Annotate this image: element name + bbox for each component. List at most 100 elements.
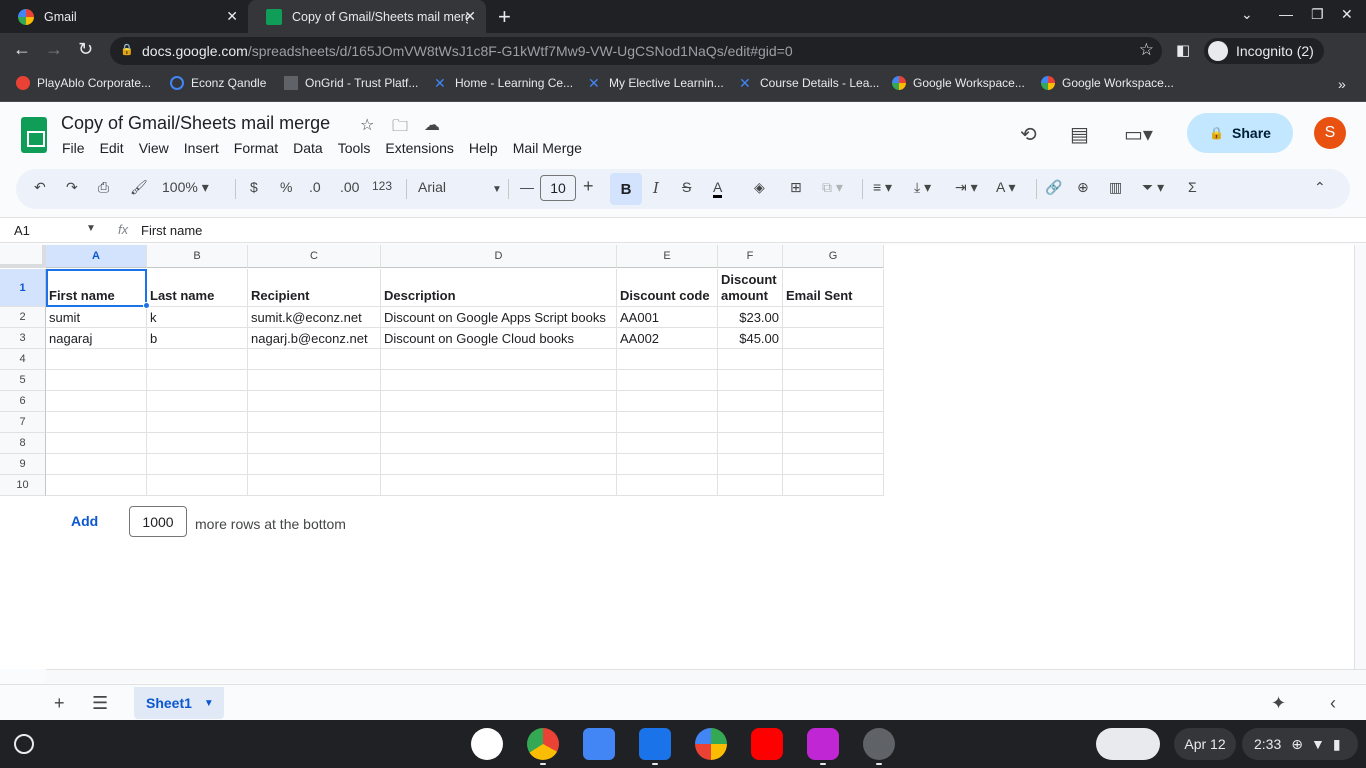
table-cell[interactable] <box>783 328 884 349</box>
bookmark-item[interactable]: ✕ Course Details - Lea... <box>739 76 879 90</box>
horizontal-align-icon[interactable]: ≡ ▾ <box>873 179 892 196</box>
move-folder-icon[interactable]: 🗀 <box>392 115 408 142</box>
avatar[interactable]: S <box>1314 117 1346 149</box>
empty-cell[interactable] <box>147 370 248 391</box>
empty-cell[interactable] <box>718 391 783 412</box>
increase-decimal-button[interactable]: .00 <box>340 179 359 195</box>
text-rotation-icon[interactable]: A ▾ <box>996 179 1015 196</box>
number-format-button[interactable]: 123 <box>372 179 392 193</box>
empty-cell[interactable] <box>147 454 248 475</box>
row-header[interactable]: 6 <box>0 391 46 412</box>
empty-cell[interactable] <box>248 454 381 475</box>
merge-cells-icon[interactable]: ⧉ ▾ <box>822 179 843 196</box>
menu-format[interactable]: Format <box>234 140 278 156</box>
row-header[interactable]: 2 <box>0 307 46 328</box>
row-header[interactable]: 7 <box>0 412 46 433</box>
version-history-icon[interactable]: ⟲ <box>1020 122 1037 147</box>
empty-cell[interactable] <box>46 391 147 412</box>
header-cell[interactable]: Discount amount <box>718 269 783 307</box>
url-input[interactable]: 🔒 docs.google.com /spreadsheets/d/165JOm… <box>110 37 1162 65</box>
bookmark-item[interactable]: ✕ My Elective Learnin... <box>588 76 724 90</box>
meet-icon[interactable]: ▭▾ <box>1124 122 1153 147</box>
holding-space-thumbnail[interactable] <box>1096 728 1160 760</box>
incognito-badge[interactable]: Incognito (2) <box>1204 38 1324 64</box>
star-icon[interactable]: ☆ <box>360 115 374 135</box>
percent-format-button[interactable]: % <box>280 179 292 195</box>
menu-insert[interactable]: Insert <box>184 140 219 156</box>
table-cell[interactable]: nagarj.b@econz.net <box>248 328 381 349</box>
bookmark-item[interactable]: OnGrid - Trust Platf... <box>284 76 418 90</box>
empty-cell[interactable] <box>147 412 248 433</box>
empty-cell[interactable] <box>248 433 381 454</box>
empty-cell[interactable] <box>617 433 718 454</box>
increase-font-size-button[interactable]: + <box>583 176 594 197</box>
vertical-scrollbar[interactable] <box>1354 245 1366 669</box>
empty-cell[interactable] <box>617 475 718 496</box>
table-cell[interactable]: sumit <box>46 307 147 328</box>
empty-cell[interactable] <box>46 412 147 433</box>
close-icon[interactable]: ✕ <box>464 8 476 25</box>
empty-cell[interactable] <box>617 370 718 391</box>
add-rows-count-input[interactable]: 1000 <box>129 506 187 537</box>
tab-gmail[interactable]: Gmail ✕ <box>0 0 248 33</box>
bookmark-item[interactable]: Google Workspace... <box>892 76 1025 90</box>
empty-cell[interactable] <box>718 475 783 496</box>
menu-data[interactable]: Data <box>293 140 323 156</box>
header-cell[interactable]: Description <box>381 269 617 307</box>
youtube-app-icon[interactable] <box>751 728 783 760</box>
add-rows-button[interactable]: Add <box>71 513 98 529</box>
text-wrapping-icon[interactable]: ⇥ ▾ <box>955 179 978 196</box>
font-size-input[interactable]: 10 <box>540 175 576 201</box>
italic-button[interactable]: I <box>653 179 659 197</box>
bookmark-item[interactable]: ✕ Home - Learning Ce... <box>434 76 573 90</box>
empty-cell[interactable] <box>783 454 884 475</box>
empty-cell[interactable] <box>718 454 783 475</box>
empty-cell[interactable] <box>46 475 147 496</box>
menu-extensions[interactable]: Extensions <box>385 140 453 156</box>
bookmark-item[interactable]: PlayAblo Corporate... <box>16 76 151 90</box>
chevron-down-icon[interactable]: ▼ <box>204 698 214 709</box>
forward-icon[interactable]: → <box>45 39 63 60</box>
empty-cell[interactable] <box>783 412 884 433</box>
chevron-down-icon[interactable]: ▼ <box>86 223 96 234</box>
add-sheet-icon[interactable]: + <box>54 693 65 714</box>
files-app-icon[interactable] <box>639 728 671 760</box>
undo-icon[interactable]: ↶ <box>34 179 46 196</box>
spreadsheet-grid[interactable]: A B C D E F G 1 First name Last name Recipient Desc… <box>0 245 1366 669</box>
column-header[interactable]: E <box>617 245 718 268</box>
empty-cell[interactable] <box>783 391 884 412</box>
select-all-corner[interactable] <box>0 245 46 268</box>
bookmark-star-icon[interactable]: ☆ <box>1139 40 1154 60</box>
header-cell[interactable]: First name <box>46 269 147 307</box>
table-cell[interactable]: k <box>147 307 248 328</box>
sheet-tab[interactable]: Sheet1 ▼ <box>134 687 224 719</box>
row-header[interactable]: 8 <box>0 433 46 454</box>
horizontal-scrollbar[interactable] <box>46 669 1366 683</box>
empty-cell[interactable] <box>46 454 147 475</box>
column-header[interactable]: B <box>147 245 248 268</box>
empty-cell[interactable] <box>147 391 248 412</box>
strikethrough-button[interactable]: S <box>682 179 691 195</box>
empty-cell[interactable] <box>617 349 718 370</box>
row-header[interactable]: 4 <box>0 349 46 370</box>
status-tray[interactable]: 2:33 ⊕ ▼ ▮ <box>1242 728 1358 760</box>
row-header[interactable]: 9 <box>0 454 46 475</box>
fill-handle[interactable] <box>143 302 150 309</box>
empty-cell[interactable] <box>46 370 147 391</box>
empty-cell[interactable] <box>248 370 381 391</box>
document-title[interactable]: Copy of Gmail/Sheets mail merge <box>61 113 330 134</box>
row-header[interactable]: 5 <box>0 370 46 391</box>
bold-button[interactable]: B <box>610 173 642 205</box>
new-tab-button[interactable]: + <box>498 4 511 30</box>
empty-cell[interactable] <box>381 370 617 391</box>
currency-format-button[interactable]: $ <box>250 179 258 195</box>
minimize-icon[interactable]: — <box>1279 6 1293 22</box>
empty-cell[interactable] <box>381 391 617 412</box>
empty-cell[interactable] <box>46 433 147 454</box>
empty-cell[interactable] <box>718 433 783 454</box>
empty-cell[interactable] <box>381 433 617 454</box>
side-panel-toggle-icon[interactable]: ‹ <box>1330 693 1336 714</box>
empty-cell[interactable] <box>617 454 718 475</box>
insert-comment-icon[interactable]: ⊕ <box>1077 179 1089 196</box>
empty-cell[interactable] <box>46 349 147 370</box>
